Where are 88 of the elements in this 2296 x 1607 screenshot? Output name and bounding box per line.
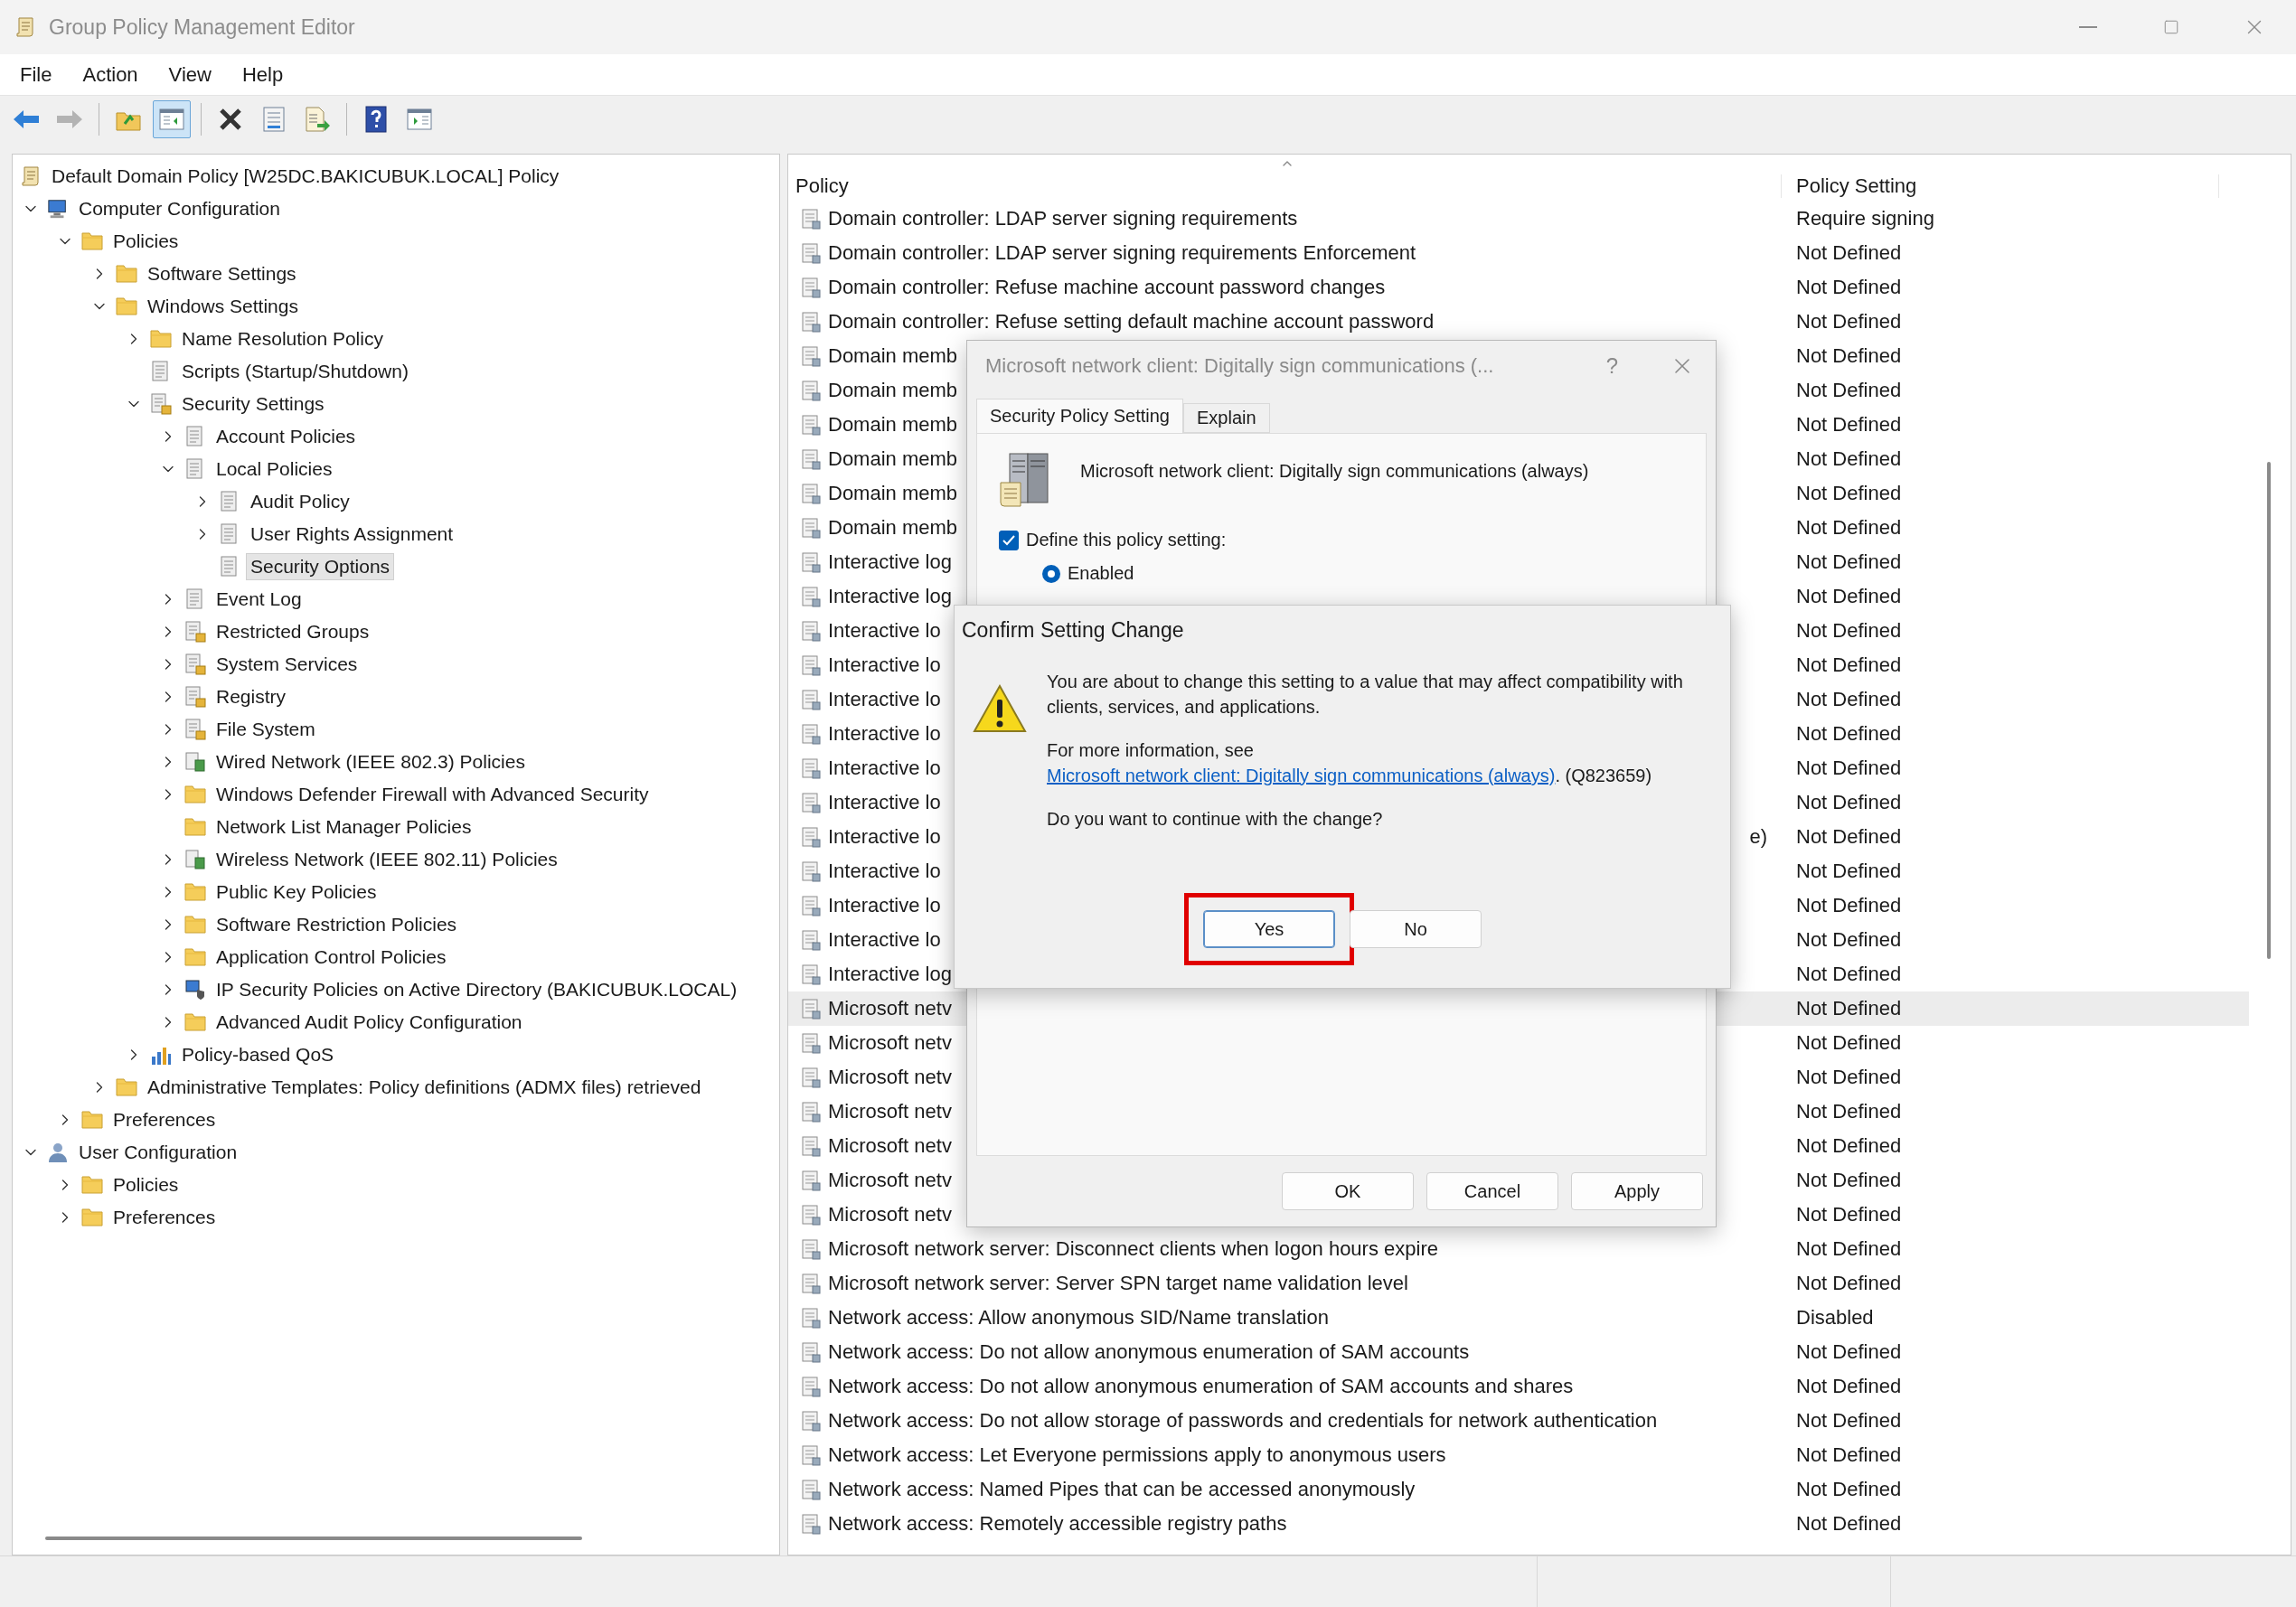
policy-name: Microsoft netv xyxy=(828,1134,952,1158)
policy-name: Interactive lo xyxy=(828,722,941,746)
policy-setting: Disabled xyxy=(1795,1306,1874,1330)
policy-setting: Not Defined xyxy=(1795,241,1902,265)
warning-message: You are about to change this setting to a value that may affect compatibility with clients, services, and applications. xyxy=(1047,671,1684,719)
policy-name: Network access: Remotely accessible registry paths xyxy=(828,1512,1287,1536)
policy-name: Microsoft netv xyxy=(828,1100,952,1123)
policy-setting: Not Defined xyxy=(1795,1134,1902,1158)
policy-setting: Not Defined xyxy=(1795,791,1902,814)
policy-name: Interactive log xyxy=(828,963,952,986)
policy-setting: Not Defined xyxy=(1795,757,1902,780)
policy-setting: Not Defined xyxy=(1795,1203,1902,1226)
policy-name: Domain controller: Refuse setting default machine account password xyxy=(828,310,1435,334)
policy-heading: Microsoft network client: Digitally sign communications (always) xyxy=(1080,461,1589,482)
policy-setting: Not Defined xyxy=(1795,1066,1902,1089)
policy-name: Interactive lo xyxy=(828,653,941,677)
policy-setting: Not Defined xyxy=(1795,516,1902,540)
policy-name: Network access: Allow anonymous SID/Name translation xyxy=(828,1306,1329,1330)
policy-setting: Not Defined xyxy=(1795,413,1902,437)
info-text: For more information, see Microsoft network client: Digitally sign communications (always). (Q823659) xyxy=(1047,739,1653,787)
policy-setting: Not Defined xyxy=(1795,825,1902,849)
policy-name: Interactive lo xyxy=(828,928,941,952)
question-text: Do you want to continue with the change? xyxy=(1047,808,1384,831)
policy-setting: Not Defined xyxy=(1795,1100,1902,1123)
policy-name: Interactive lo xyxy=(828,825,941,849)
dialog-title: Confirm Setting Change xyxy=(961,617,1185,644)
policy-name: Interactive lo xyxy=(828,619,941,643)
policy-name: Interactive lo xyxy=(828,894,941,917)
policy-setting: Not Defined xyxy=(1795,276,1902,299)
policy-setting: Not Defined xyxy=(1795,894,1902,917)
policy-name: Network access: Do not allow anonymous enumeration of SAM accounts xyxy=(828,1340,1470,1364)
policy-name: Network access: Do not allow anonymous enumeration of SAM accounts and shares xyxy=(828,1375,1574,1398)
policy-setting: Not Defined xyxy=(1795,1375,1902,1398)
policy-setting: Not Defined xyxy=(1795,1409,1902,1433)
policy-name: Domain controller: Refuse machine account password changes xyxy=(828,276,1386,299)
checkbox-label: Define this policy setting: xyxy=(1026,530,1227,550)
policy-name: Domain memb xyxy=(828,344,958,368)
policy-setting: Not Defined xyxy=(1795,653,1902,677)
policy-name: Domain memb xyxy=(828,516,958,540)
policy-setting: Not Defined xyxy=(1795,1512,1902,1536)
policy-name: Interactive lo xyxy=(828,757,941,780)
policy-setting: Not Defined xyxy=(1795,1272,1902,1295)
policy-name: Domain memb xyxy=(828,413,958,437)
policy-setting: Not Defined xyxy=(1795,550,1902,574)
policy-setting: Not Defined xyxy=(1795,1169,1902,1192)
policy-name: Network access: Named Pipes that can be accessed anonymously xyxy=(828,1478,1416,1501)
policy-setting: Not Defined xyxy=(1795,963,1902,986)
radio-label: Enabled xyxy=(1068,563,1134,584)
policy-name: Interactive log xyxy=(828,585,952,608)
policy-setting: Not Defined xyxy=(1795,1031,1902,1055)
policy-setting: Not Defined xyxy=(1795,1478,1902,1501)
policy-setting: Not Defined xyxy=(1795,1237,1902,1261)
policy-name: Network access: Do not allow storage of passwords and credentials for network authentication xyxy=(828,1409,1658,1433)
policy-setting: Not Defined xyxy=(1795,688,1902,711)
policy-name: Domain controller: LDAP server signing requirements Enforcement xyxy=(828,241,1416,265)
policy-setting: Not Defined xyxy=(1795,928,1902,952)
policy-setting: Not Defined xyxy=(1795,619,1902,643)
window-title: Group Policy Management Editor xyxy=(49,14,355,40)
policy-name: Domain memb xyxy=(828,447,958,471)
policy-setting: Not Defined xyxy=(1795,344,1902,368)
policy-setting: Not Defined xyxy=(1795,860,1902,883)
policy-name: Domain memb xyxy=(828,482,958,505)
dialog-title: Microsoft network client: Digitally sign communications (... xyxy=(985,354,1494,378)
policy-name: Interactive log xyxy=(828,550,952,574)
policy-name: Microsoft netv xyxy=(828,997,952,1020)
policy-setting: Not Defined xyxy=(1795,447,1902,471)
policy-setting: Not Defined xyxy=(1795,585,1902,608)
policy-name: Microsoft network server: Disconnect clients when logon hours expire xyxy=(828,1237,1438,1261)
policy-name: Network access: Let Everyone permissions apply to anonymous users xyxy=(828,1443,1446,1467)
policy-name: Domain controller: LDAP server signing requirements xyxy=(828,207,1298,230)
policy-name: Interactive lo xyxy=(828,860,941,883)
policy-name: Domain memb xyxy=(828,379,958,402)
policy-name: Microsoft network server: Server SPN target name validation level xyxy=(828,1272,1408,1295)
policy-name: e) xyxy=(1749,825,1767,849)
policy-name: Microsoft netv xyxy=(828,1203,952,1226)
policy-name: Interactive lo xyxy=(828,791,941,814)
policy-name: Microsoft netv xyxy=(828,1031,952,1055)
policy-name: Microsoft netv xyxy=(828,1066,952,1089)
policy-name: Microsoft netv xyxy=(828,1169,952,1192)
policy-setting: Not Defined xyxy=(1795,482,1902,505)
policy-setting: Not Defined xyxy=(1795,310,1902,334)
policy-setting: Not Defined xyxy=(1795,1340,1902,1364)
policy-setting: Not Defined xyxy=(1795,722,1902,746)
policy-setting: Require signing xyxy=(1795,207,1934,230)
policy-setting: Not Defined xyxy=(1795,379,1902,402)
policy-name: Interactive lo xyxy=(828,688,941,711)
policy-setting: Not Defined xyxy=(1795,1443,1902,1467)
policy-setting: Not Defined xyxy=(1795,997,1902,1020)
